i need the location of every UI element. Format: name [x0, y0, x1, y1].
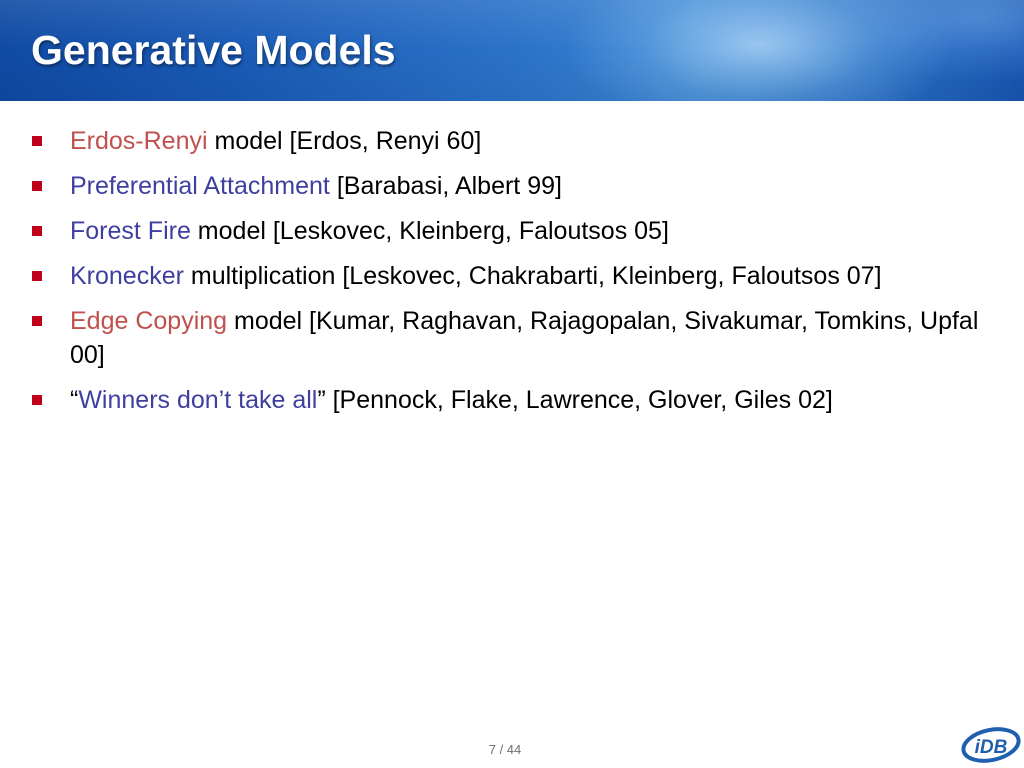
square-bullet-icon	[32, 271, 42, 281]
square-bullet-icon	[32, 181, 42, 191]
model-name: Winners don’t take all	[78, 386, 318, 414]
model-name: Preferential Attachment	[70, 172, 330, 200]
slide-title: Generative Models	[31, 27, 396, 73]
page-number: 7 / 44	[488, 742, 522, 757]
logo-text: iDB	[975, 737, 1008, 758]
square-bullet-icon	[32, 395, 42, 405]
bullet-item: Erdos-Renyi model [Erdos, Renyi 60]	[32, 124, 1007, 158]
citation-text: model [Leskovec, Kleinberg, Faloutsos 05…	[190, 217, 669, 245]
model-name: Edge Copying	[70, 307, 228, 335]
citation-text: ” [Pennock, Flake, Lawrence, Glover, Gil…	[317, 386, 833, 414]
bullet-list: Erdos-Renyi model [Erdos, Renyi 60] Pref…	[32, 124, 1007, 428]
square-bullet-icon	[32, 136, 42, 146]
citation-text: model [Erdos, Renyi 60]	[207, 127, 482, 155]
bullet-item: Edge Copying model [Kumar, Raghavan, Raj…	[32, 304, 1007, 372]
citation-text: multiplication [Leskovec, Chakrabarti, K…	[183, 262, 882, 290]
model-name: Erdos-Renyi	[70, 127, 208, 155]
bullet-item: Kronecker multiplication [Leskovec, Chak…	[32, 259, 1007, 293]
bullet-item: “Winners don’t take all” [Pennock, Flake…	[32, 383, 1007, 417]
slide: Generative Models Erdos-Renyi model [Erd…	[0, 0, 1024, 768]
square-bullet-icon	[32, 226, 42, 236]
idb-logo-icon: iDB	[961, 727, 1021, 763]
square-bullet-icon	[32, 316, 42, 326]
bullet-item: Preferential Attachment [Barabasi, Alber…	[32, 169, 1007, 203]
model-name: Kronecker	[70, 262, 184, 290]
model-name: Forest Fire	[70, 217, 191, 245]
citation-text: [Barabasi, Albert 99]	[329, 172, 562, 200]
bullet-item: Forest Fire model [Leskovec, Kleinberg, …	[32, 214, 1007, 248]
